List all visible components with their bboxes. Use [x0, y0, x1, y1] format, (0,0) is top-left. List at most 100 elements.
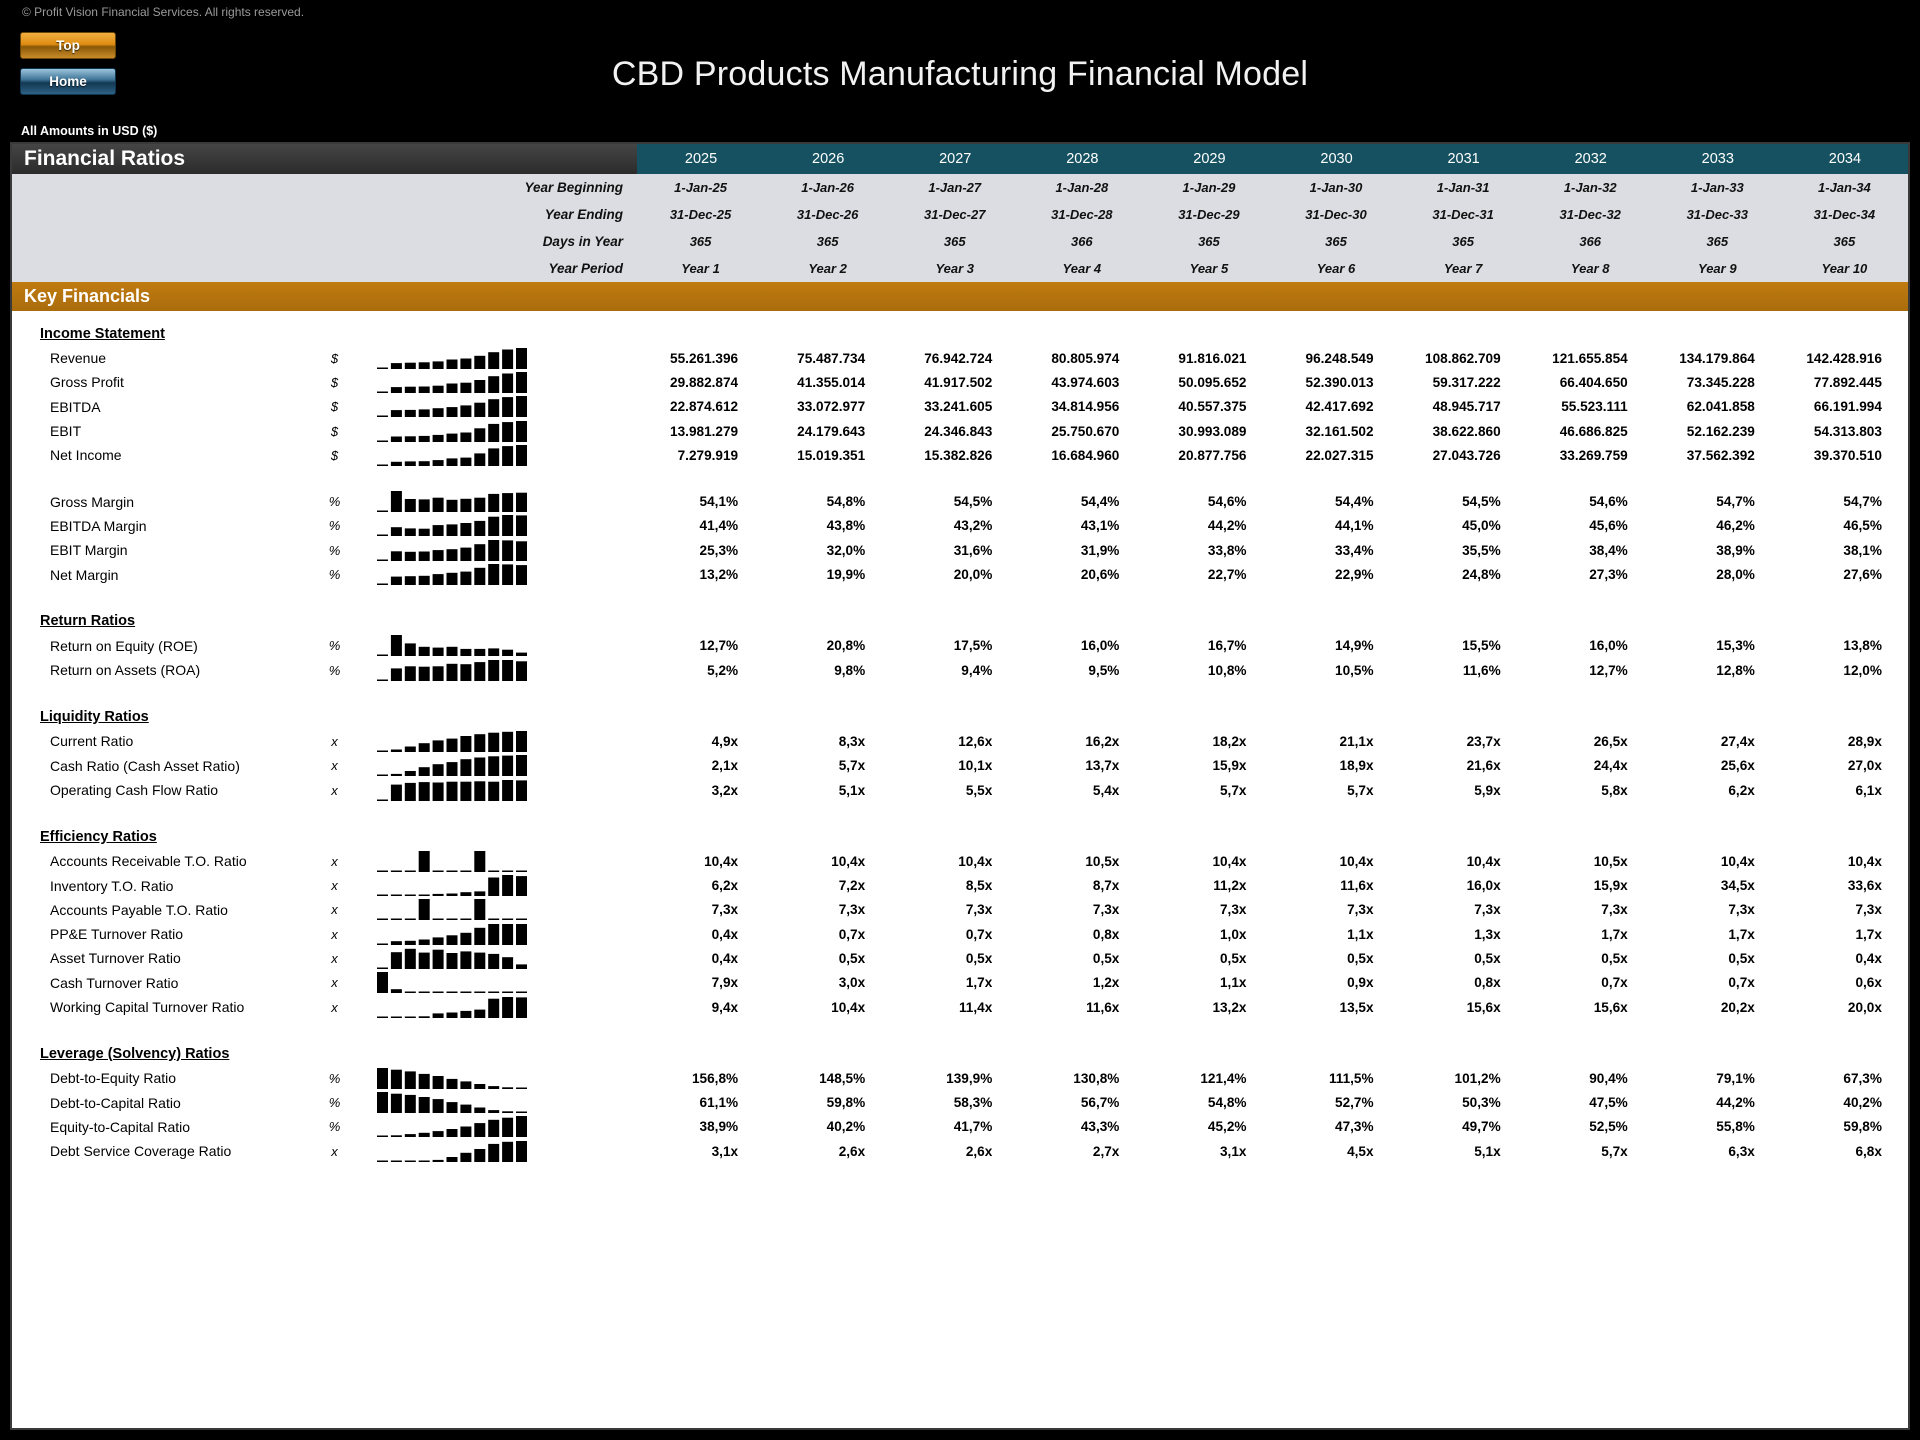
value-cell: 7,3x: [1474, 902, 1501, 918]
value-cell: 11,6x: [1086, 999, 1120, 1015]
copyright-notice: © Profit Vision Financial Services. All …: [22, 5, 305, 19]
value-cell: 22.874.612: [670, 399, 739, 415]
value-cell: 96.248.549: [1305, 350, 1374, 366]
value-cell: 0,5x: [1728, 950, 1755, 966]
band-cell: Year 3: [935, 261, 975, 276]
value-cell: 27,6%: [1843, 567, 1882, 583]
value-cell: 52.390.013: [1305, 374, 1374, 390]
table-row: EBIT Margin% 25,3% 32,0% 31,6% 31,9% 33,8% 33,…: [12, 538, 1908, 562]
sparkline-chart: [357, 1140, 637, 1162]
value-cell: 0,5x: [965, 950, 993, 966]
value-cell: 101,2%: [1454, 1070, 1501, 1086]
value-cell: 6,2x: [711, 878, 739, 894]
row-label: Asset Turnover Ratio: [50, 950, 181, 967]
band-cell: 31-Dec-25: [669, 207, 732, 222]
value-cell: 23,7x: [1466, 733, 1501, 749]
year-header-2025: 2025: [637, 144, 765, 174]
sparkline-chart: [357, 539, 637, 561]
band-cell: 31-Dec-26: [796, 207, 859, 222]
sparkline-chart: [357, 899, 637, 921]
table-row: Cash Ratio (Cash Asset Ratio) x 2,1x 5,7x 10…: [12, 754, 1908, 778]
band-cell: 31-Dec-34: [1813, 207, 1876, 222]
value-cell: 45,0%: [1462, 518, 1501, 534]
value-cell: 16,2x: [1085, 733, 1120, 749]
year-header-2027: 2027: [891, 144, 1019, 174]
value-cell: 35,5%: [1462, 542, 1501, 558]
value-cell: 73.345.228: [1686, 374, 1755, 390]
value-cell: 16,0%: [1589, 638, 1628, 654]
value-cell: 19,9%: [826, 567, 866, 583]
year-header-2034: 2034: [1780, 144, 1908, 174]
value-cell: 43.974.603: [1051, 374, 1120, 390]
value-cell: 54,1%: [699, 494, 739, 510]
value-cell: 38,9%: [699, 1119, 739, 1135]
band-cell: 1-Jan-31: [1436, 180, 1490, 195]
value-cell: 121,4%: [1200, 1070, 1247, 1086]
value-cell: 32,0%: [826, 542, 866, 558]
row-label: Accounts Receivable T.O. Ratio: [50, 853, 247, 870]
value-cell: 31,6%: [953, 542, 993, 558]
row-unit: $: [330, 374, 339, 390]
row-unit: $: [330, 399, 339, 415]
value-cell: 59,8%: [826, 1095, 866, 1111]
value-cell: 24,8%: [1462, 567, 1501, 583]
group-heading: Income Statement: [40, 325, 165, 342]
value-cell: 6,8x: [1855, 1143, 1882, 1159]
table-row: PP&E Turnover Ratio x 0,4x 0,7x 0,7x 0,8x 1,0x…: [12, 922, 1908, 946]
value-cell: 40,2%: [1843, 1095, 1882, 1111]
value-cell: 10,1x: [958, 758, 993, 774]
band-cell: 1-Jan-27: [928, 180, 982, 195]
band-cell: 365: [1833, 234, 1856, 249]
value-cell: 46,2%: [1716, 518, 1755, 534]
value-cell: 54,8%: [826, 494, 866, 510]
band-cell: Year 8: [1570, 261, 1610, 276]
value-cell: 156,8%: [691, 1070, 739, 1086]
row-unit: %: [328, 567, 341, 583]
value-cell: 28,9x: [1847, 733, 1882, 749]
page-title: CBD Products Manufacturing Financial Mod…: [611, 55, 1309, 93]
sparkline-chart: [357, 1116, 637, 1138]
value-cell: 0,7x: [965, 926, 993, 942]
sparkline-chart: [357, 396, 637, 418]
value-cell: 0,4x: [1855, 950, 1882, 966]
value-cell: 55,8%: [1716, 1119, 1755, 1135]
row-label: Cash Ratio (Cash Asset Ratio): [50, 757, 240, 774]
value-cell: 54,5%: [953, 494, 993, 510]
band-cell: 31-Dec-33: [1686, 207, 1749, 222]
value-cell: 77.892.445: [1813, 374, 1882, 390]
row-unit: %: [328, 1119, 341, 1135]
row-label: Debt Service Coverage Ratio: [50, 1143, 232, 1160]
value-cell: 10,4x: [704, 853, 739, 869]
row-label: Operating Cash Flow Ratio: [50, 782, 219, 798]
value-cell: 1,7x: [965, 975, 993, 991]
value-cell: 0,5x: [1220, 950, 1247, 966]
value-cell: 11,4x: [959, 999, 993, 1015]
value-cell: 33,8%: [1207, 542, 1247, 558]
value-cell: 55.523.111: [1561, 399, 1628, 415]
value-cell: 11,6%: [1462, 662, 1501, 678]
row-label: PP&E Turnover Ratio: [50, 926, 184, 943]
value-cell: 41,7%: [953, 1119, 993, 1135]
year-header-2033: 2033: [1653, 144, 1781, 174]
row-unit: x: [331, 782, 338, 798]
value-cell: 7,3x: [965, 902, 993, 918]
row-unit: %: [328, 518, 341, 534]
year-header-2026: 2026: [764, 144, 892, 174]
value-cell: 90,4%: [1589, 1070, 1628, 1086]
band-cell: 1-Jan-29: [1182, 180, 1236, 195]
value-cell: 43,1%: [1080, 518, 1120, 534]
value-cell: 50.095.652: [1178, 374, 1247, 390]
row-label: Debt-to-Equity Ratio: [50, 1070, 177, 1087]
value-cell: 33,4%: [1335, 542, 1374, 558]
band-cell: 1-Jan-26: [801, 180, 855, 195]
table-row: Net Income $7.279.919 15.019.351 15.382.826…: [12, 443, 1908, 467]
value-cell: 5,5x: [965, 782, 993, 798]
value-cell: 41,4%: [699, 518, 739, 534]
value-cell: 1,1x: [1220, 975, 1247, 991]
value-cell: 5,8x: [1601, 782, 1628, 798]
value-cell: 29.882.874: [670, 374, 739, 390]
value-cell: 13,2%: [699, 567, 739, 583]
value-cell: 15.382.826: [924, 447, 993, 463]
band-cell: 31-Dec-28: [1051, 207, 1113, 222]
